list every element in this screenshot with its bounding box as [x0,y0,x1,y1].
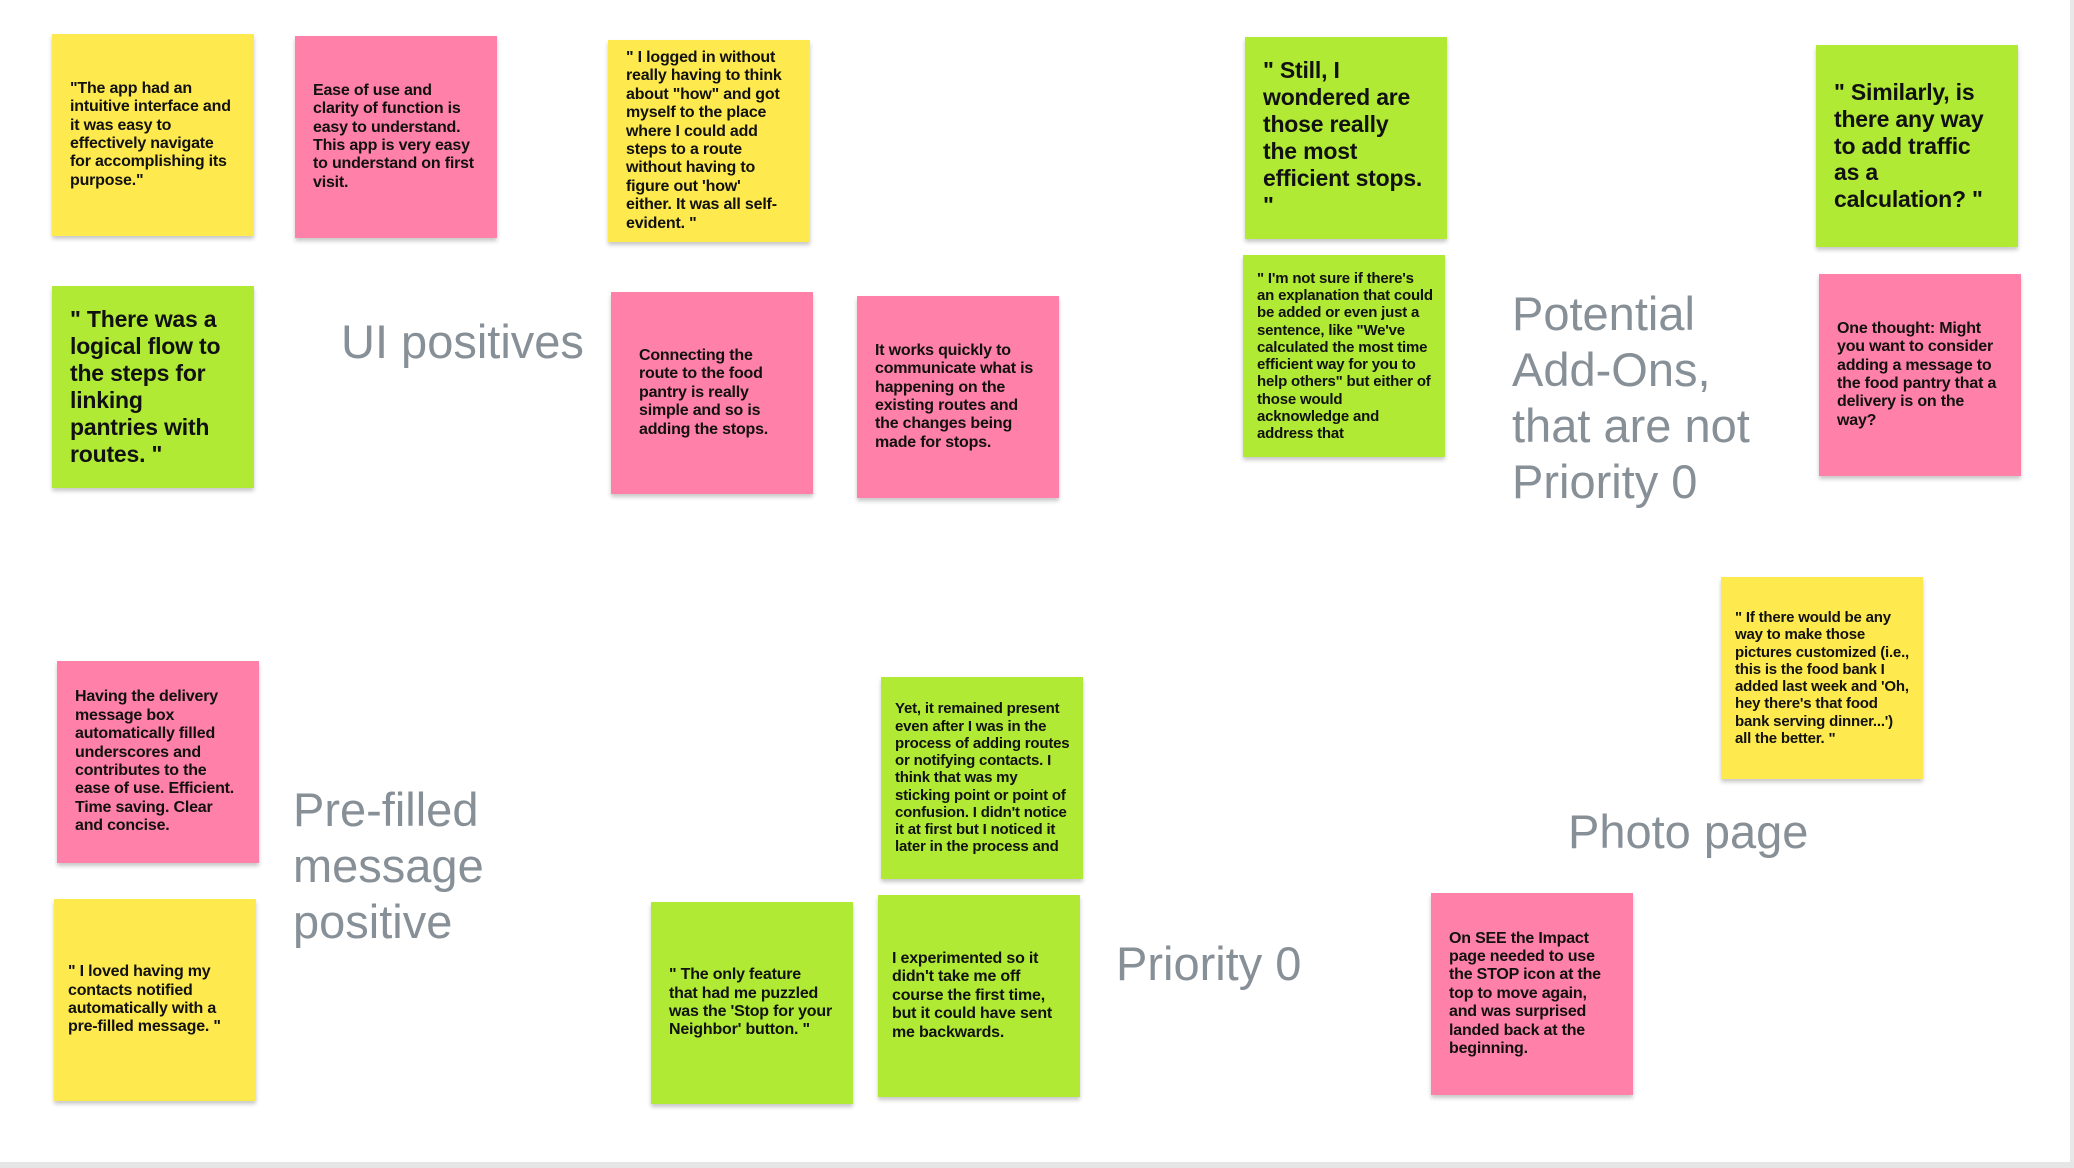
note-text: " If there would be any way to make thos… [1735,609,1910,747]
note-text: Having the delivery message box automati… [75,688,235,835]
sticky-note[interactable]: Yet, it remained present even after I wa… [881,677,1083,879]
canvas-bottom-edge [0,1162,2074,1168]
group-label-ui-positives: UI positives [341,315,584,368]
sticky-note[interactable]: One thought: Might you want to consider … [1819,274,2021,476]
sticky-note[interactable]: " Still, I wondered are those really the… [1245,37,1447,239]
sticky-note[interactable]: " There was a logical flow to the steps … [52,286,254,488]
note-text: " I loved having my contacts notified au… [68,963,221,1036]
sticky-note[interactable]: It works quickly to communicate what is … [857,296,1059,498]
note-text: Yet, it remained present even after I wa… [895,700,1070,856]
sticky-note[interactable]: Having the delivery message box automati… [57,661,259,863]
note-text: " Similarly, is there any way to add tra… [1834,78,1984,213]
note-text: Ease of use and clarity of function is e… [313,81,474,191]
note-text: Connecting the route to the food pantry … [639,347,769,438]
sticky-note[interactable]: "The app had an intuitive interface and … [52,34,254,236]
sticky-note[interactable]: " Similarly, is there any way to add tra… [1816,45,2018,247]
sticky-note[interactable]: Connecting the route to the food pantry … [611,292,813,494]
sticky-note[interactable]: On SEE the Impact page needed to use the… [1431,893,1633,1095]
note-text: " The only feature that had me puzzled w… [669,966,832,1039]
group-label-potential-addons: Potential Add-Ons, that are not Priority… [1512,287,1750,508]
sticky-note[interactable]: " I logged in without really having to t… [608,40,810,242]
note-text: " I'm not sure if there's an explanation… [1257,269,1433,442]
sticky-note[interactable]: " I'm not sure if there's an explanation… [1243,255,1445,457]
note-text: On SEE the Impact page needed to use the… [1449,929,1601,1057]
canvas-right-edge [2070,0,2074,1164]
sticky-note[interactable]: " The only feature that had me puzzled w… [651,902,853,1104]
sticky-note[interactable]: " I loved having my contacts notified au… [54,899,256,1101]
group-label-photo-page: Photo page [1568,805,1809,858]
note-text: One thought: Might you want to consider … [1837,319,1997,429]
sticky-note[interactable]: I experimented so it didn't take me off … [878,895,1080,1097]
note-text: " Still, I wondered are those really the… [1263,57,1423,218]
group-label-priority-0: Priority 0 [1116,937,1302,990]
sticky-note[interactable]: Ease of use and clarity of function is e… [295,36,497,238]
note-text: It works quickly to communicate what is … [875,341,1034,451]
note-text: "The app had an intuitive interface and … [70,79,231,189]
note-text: I experimented so it didn't take me off … [892,950,1053,1041]
group-label-prefilled-message: Pre-filled message positive [293,783,484,948]
note-text: " I logged in without really having to t… [626,49,782,232]
note-text: " There was a logical flow to the steps … [70,306,221,467]
sticky-note[interactable]: " If there would be any way to make thos… [1721,577,1923,779]
